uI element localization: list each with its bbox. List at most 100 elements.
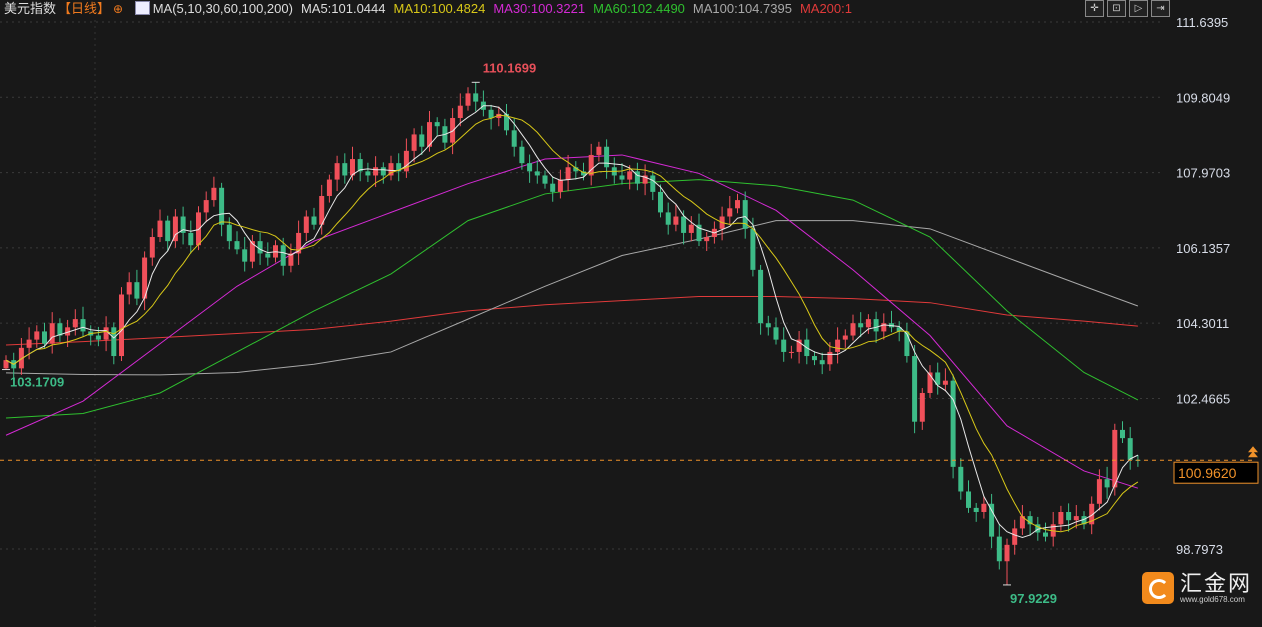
candle: [788, 345, 794, 359]
candle: [103, 316, 109, 352]
candle-body: [542, 175, 548, 184]
candle-body: [311, 216, 317, 225]
candle-body: [565, 167, 571, 180]
candle-body: [650, 175, 656, 192]
candle: [619, 163, 625, 185]
candle-body: [958, 466, 964, 492]
candle: [3, 355, 9, 370]
candle-body: [473, 93, 479, 102]
candle: [126, 272, 132, 305]
candle-body: [819, 360, 825, 365]
candle-body: [942, 380, 948, 385]
candle: [881, 313, 887, 340]
candle-body: [727, 208, 733, 217]
candle-body: [465, 93, 471, 106]
candle: [242, 237, 248, 272]
candle-body: [604, 146, 610, 168]
candle: [34, 325, 40, 348]
candle-body: [280, 245, 286, 266]
candle-body: [950, 380, 956, 467]
logo-name: 汇金网: [1180, 570, 1253, 596]
candle: [1066, 503, 1072, 532]
candle-body: [342, 163, 348, 176]
play-forward-icon[interactable]: ▷: [1129, 0, 1148, 17]
candle: [573, 161, 579, 180]
candle: [1043, 522, 1048, 542]
candle-body: [434, 122, 440, 127]
candle-body: [1058, 511, 1064, 525]
candle-body: [627, 171, 633, 180]
candle: [534, 160, 540, 184]
candle: [611, 157, 617, 184]
candle-body: [103, 327, 109, 340]
zoom-fit-icon[interactable]: ⊡: [1107, 0, 1126, 17]
candle: [1120, 421, 1125, 444]
candle-body: [1127, 438, 1133, 460]
exit-right-icon[interactable]: ⇥: [1151, 0, 1170, 17]
candle: [889, 310, 894, 333]
candle-body: [419, 134, 425, 147]
candle: [742, 191, 748, 239]
candle-body: [704, 237, 710, 242]
candle: [465, 87, 471, 111]
candle: [65, 319, 71, 348]
candle: [311, 207, 317, 230]
candle-body: [1012, 528, 1018, 545]
candle-body: [211, 187, 217, 201]
candlestick-chart[interactable]: 111.6395 109.8049 107.9703 106.1357 104.3011…: [0, 0, 1262, 627]
candle: [95, 326, 101, 347]
candle-body: [835, 339, 841, 352]
candle-body: [557, 179, 563, 192]
candle-body: [380, 167, 386, 176]
chart-toolbar: ✛ ⊡ ▷ ⇥: [1085, 0, 1170, 17]
chart-icon[interactable]: [134, 1, 150, 15]
candle-body: [912, 356, 918, 422]
candle-body: [26, 339, 32, 348]
candle-body: [1066, 511, 1072, 521]
candle-body: [95, 335, 101, 340]
candle: [935, 362, 941, 395]
candle-body: [80, 319, 86, 332]
candle: [234, 231, 240, 255]
chart-header: 美元指数 【日线】 ⊕ MA(5,10,30,60,100,200) MA5:101.…: [4, 0, 868, 18]
candle-body: [242, 249, 248, 262]
candle-body: [827, 351, 833, 365]
candle: [796, 331, 802, 364]
y-tick-label: 107.9703: [1176, 166, 1230, 181]
candle-body: [873, 319, 879, 332]
candle-body: [673, 216, 679, 225]
circle-plus-icon[interactable]: ⊕: [113, 2, 123, 16]
crosshair-icon[interactable]: ✛: [1085, 0, 1104, 17]
candle: [688, 216, 694, 242]
candle: [588, 143, 594, 186]
candle-body: [966, 491, 971, 508]
ma-settings[interactable]: MA(5,10,30,60,100,200): [153, 1, 293, 16]
y-tick-label: 98.7973: [1176, 542, 1223, 557]
candle-body: [758, 269, 764, 324]
ma-label-5: MA200:1: [799, 1, 852, 16]
candle: [996, 524, 1002, 570]
candle: [49, 312, 55, 354]
candle: [280, 237, 286, 276]
candle-body: [119, 294, 124, 357]
candle-body: [219, 187, 225, 225]
candle: [1012, 519, 1018, 555]
period-selector[interactable]: 【日线】: [58, 1, 110, 16]
candle: [519, 140, 525, 170]
candle: [72, 309, 78, 336]
candle-body: [234, 241, 240, 250]
candle: [480, 90, 486, 117]
candle: [504, 104, 509, 136]
candle: [596, 141, 602, 162]
candle: [565, 154, 571, 192]
candle-body: [781, 339, 787, 352]
candle: [919, 388, 925, 430]
candle: [758, 264, 764, 335]
candle-body: [42, 331, 47, 344]
candle-body: [165, 220, 171, 242]
candle: [927, 365, 933, 398]
candle-body: [203, 200, 209, 213]
y-tick-label: 106.1357: [1176, 241, 1230, 256]
candle: [665, 202, 671, 235]
candle-body: [34, 331, 40, 340]
